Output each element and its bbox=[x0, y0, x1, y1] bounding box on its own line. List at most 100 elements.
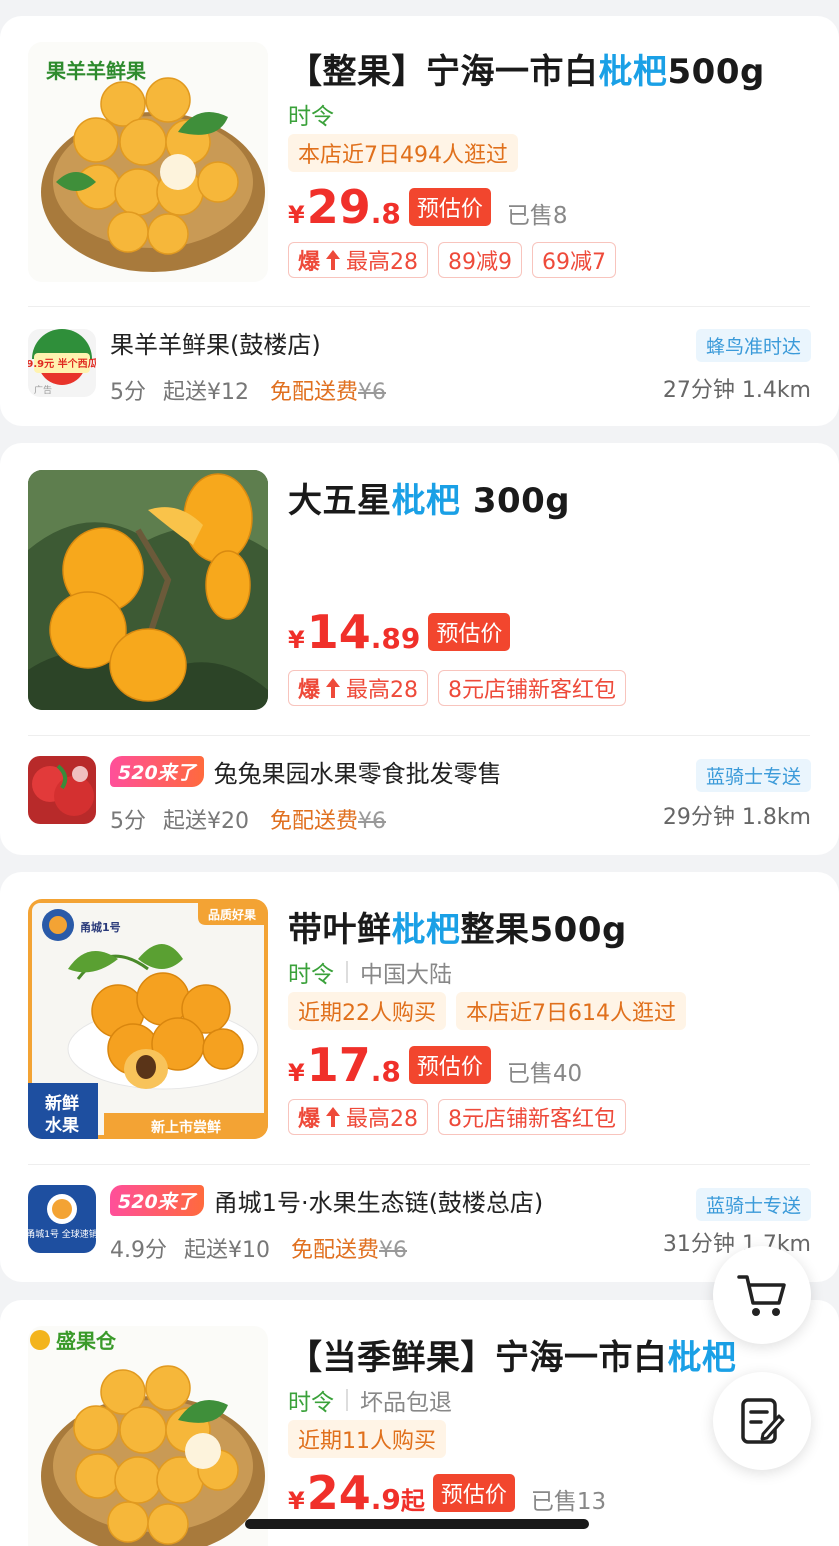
product-card[interactable]: 甬城1号 品质好果 新鲜 水果 新上市尝鲜 带叶鲜枇杷整果500g 时令 中国大… bbox=[0, 872, 839, 1282]
product-image[interactable] bbox=[28, 470, 268, 710]
title-text: 300g bbox=[460, 481, 571, 521]
price-int: 17 bbox=[306, 1038, 371, 1092]
shop-info: 4.9分 起送¥10 免配送费¥6 bbox=[110, 1232, 407, 1264]
new-arrival-text: 新上市尝鲜 bbox=[151, 1119, 221, 1136]
product-card[interactable]: 大五星枇杷 300g ¥ 14 .89 预估价 爆最高28 8元店铺新客红包 5… bbox=[0, 443, 839, 855]
logo-text: 9.9元 半个西瓜 bbox=[28, 357, 96, 370]
promo-row: 爆最高28 89减9 69减7 bbox=[288, 242, 617, 278]
price-dec: .89 bbox=[370, 622, 421, 655]
promo-tag[interactable]: 89减9 bbox=[438, 242, 523, 278]
estimated-price-badge: 预估价 bbox=[432, 1474, 515, 1512]
free-delivery: 免配送费¥6 bbox=[291, 1238, 407, 1263]
price-dec: .8 bbox=[370, 197, 401, 230]
shop-logo[interactable]: 9.9元 半个西瓜 广告 bbox=[28, 329, 96, 397]
promo-tag[interactable]: 8元店铺新客红包 bbox=[438, 1099, 627, 1135]
title-keyword: 枇杷 bbox=[391, 481, 461, 521]
shop-logo[interactable] bbox=[28, 756, 96, 824]
up-arrow-icon bbox=[326, 250, 341, 270]
fire-icon: 爆 bbox=[298, 250, 321, 275]
cart-button[interactable] bbox=[713, 1246, 811, 1344]
promo-tag[interactable]: 69减7 bbox=[532, 242, 617, 278]
title-text: 【当季鲜果】宁海一市白 bbox=[288, 1338, 668, 1378]
divider bbox=[28, 306, 810, 307]
product-image[interactable]: 甬城1号 品质好果 新鲜 水果 新上市尝鲜 bbox=[28, 899, 268, 1139]
promo-tag[interactable]: 爆最高28 bbox=[288, 242, 429, 278]
price-int: 24 bbox=[306, 1466, 371, 1520]
min-order: 起送¥10 bbox=[184, 1238, 270, 1263]
shop-watermark-text: 果羊羊鲜果 bbox=[46, 59, 146, 83]
yen-symbol: ¥ bbox=[288, 1487, 305, 1515]
tag-row: 近期22人购买 本店近7日614人逛过 bbox=[288, 992, 686, 1030]
product-title[interactable]: 带叶鲜枇杷整果500g bbox=[288, 902, 627, 951]
promo-tag[interactable]: 8元店铺新客红包 bbox=[438, 670, 627, 706]
product-title[interactable]: 大五星枇杷 300g bbox=[288, 473, 570, 522]
price-row: ¥ 17 .8 预估价 已售40 bbox=[288, 1042, 582, 1088]
price-int: 29 bbox=[306, 180, 371, 234]
product-title[interactable]: 【整果】宁海一市白枇杷500g bbox=[288, 44, 765, 93]
yen-symbol: ¥ bbox=[288, 626, 305, 654]
visit-tag: 本店近7日494人逛过 bbox=[288, 134, 518, 172]
title-keyword: 枇杷 bbox=[667, 1338, 737, 1378]
price-int: 14 bbox=[306, 605, 371, 659]
shop-name[interactable]: 520来了 甬城1号·水果生态链(鼓楼总店) bbox=[110, 1183, 543, 1218]
min-order: 起送¥20 bbox=[163, 809, 249, 834]
edit-note-icon bbox=[741, 1398, 785, 1444]
shop-name-text: 兔兔果园水果零食批发零售 bbox=[213, 760, 502, 788]
logo-text: 甬城1号 全球速销 bbox=[28, 1228, 96, 1240]
min-order: 起送¥12 bbox=[163, 380, 249, 405]
free-delivery-text: 免配送费 bbox=[270, 809, 359, 834]
product-meta: 时令 bbox=[288, 97, 334, 131]
original-fee: ¥6 bbox=[358, 380, 387, 405]
shop-name-text: 甬城1号·水果生态链(鼓楼总店) bbox=[213, 1189, 544, 1217]
product-card[interactable]: 果羊羊鲜果 【整果】宁海一市白枇杷500g 时令 本店近7日494人逛过 ¥ 2… bbox=[0, 16, 839, 426]
sold-count: 已售8 bbox=[506, 203, 568, 229]
promo-520-badge: 520来了 bbox=[110, 756, 204, 787]
fruit-text: 水果 bbox=[45, 1115, 79, 1136]
quality-badge-text: 品质好果 bbox=[208, 907, 256, 922]
purchase-tag: 近期11人购买 bbox=[288, 1420, 446, 1458]
product-title[interactable]: 【当季鲜果】宁海一市白枇杷 bbox=[288, 1330, 737, 1379]
promo-text: 最高28 bbox=[346, 250, 419, 275]
product-image[interactable]: 盛果仓 bbox=[28, 1326, 268, 1546]
shop-info: 5分 起送¥12 免配送费¥6 bbox=[110, 374, 386, 406]
separator bbox=[346, 961, 348, 983]
shop-name[interactable]: 果羊羊鲜果(鼓楼店) bbox=[110, 325, 321, 360]
price-row: ¥ 24 .9 起 预估价 已售13 bbox=[288, 1470, 606, 1516]
price-row: ¥ 14 .89 预估价 bbox=[288, 605, 511, 659]
shop-name-text: 果羊羊鲜果(鼓楼店) bbox=[110, 331, 321, 359]
season-label: 时令 bbox=[288, 962, 334, 988]
tag-row: 近期11人购买 bbox=[288, 1420, 446, 1458]
divider bbox=[28, 735, 810, 736]
note-button[interactable] bbox=[713, 1372, 811, 1470]
sold-count: 已售40 bbox=[506, 1061, 583, 1087]
home-indicator[interactable] bbox=[245, 1519, 589, 1529]
delivery-tag: 蓝骑士专送 bbox=[695, 759, 811, 792]
free-delivery: 免配送费¥6 bbox=[270, 809, 386, 834]
original-fee: ¥6 bbox=[379, 1238, 408, 1263]
promo-row: 爆最高28 8元店铺新客红包 bbox=[288, 1099, 627, 1135]
sold-count: 已售13 bbox=[530, 1489, 607, 1515]
ad-label: 广告 bbox=[34, 384, 52, 396]
product-meta: 时令 中国大陆 bbox=[288, 955, 452, 989]
season-label: 时令 bbox=[288, 104, 334, 130]
fire-icon: 爆 bbox=[298, 1107, 321, 1132]
promo-520-badge: 520来了 bbox=[110, 1185, 204, 1216]
shop-name[interactable]: 520来了 兔兔果园水果零食批发零售 bbox=[110, 754, 502, 789]
title-text: 大五星 bbox=[288, 481, 392, 521]
promo-text: 最高28 bbox=[346, 1107, 419, 1132]
purchase-tag: 近期22人购买 bbox=[288, 992, 446, 1030]
return-policy-label: 坏品包退 bbox=[360, 1390, 452, 1416]
promo-text: 最高28 bbox=[346, 678, 419, 703]
price-row: ¥ 29 .8 预估价 已售8 bbox=[288, 184, 568, 230]
visit-tag: 本店近7日614人逛过 bbox=[456, 992, 686, 1030]
shop-info: 5分 起送¥20 免配送费¥6 bbox=[110, 803, 386, 835]
promo-tag[interactable]: 爆最高28 bbox=[288, 1099, 429, 1135]
season-label: 时令 bbox=[288, 1390, 334, 1416]
product-image[interactable]: 果羊羊鲜果 bbox=[28, 42, 268, 282]
title-text: 整果500g bbox=[460, 910, 627, 950]
fire-icon: 爆 bbox=[298, 678, 321, 703]
promo-tag[interactable]: 爆最高28 bbox=[288, 670, 429, 706]
free-delivery-text: 免配送费 bbox=[291, 1238, 380, 1263]
shop-logo[interactable]: 甬城1号 全球速销 bbox=[28, 1185, 96, 1253]
title-keyword: 枇杷 bbox=[598, 52, 668, 92]
